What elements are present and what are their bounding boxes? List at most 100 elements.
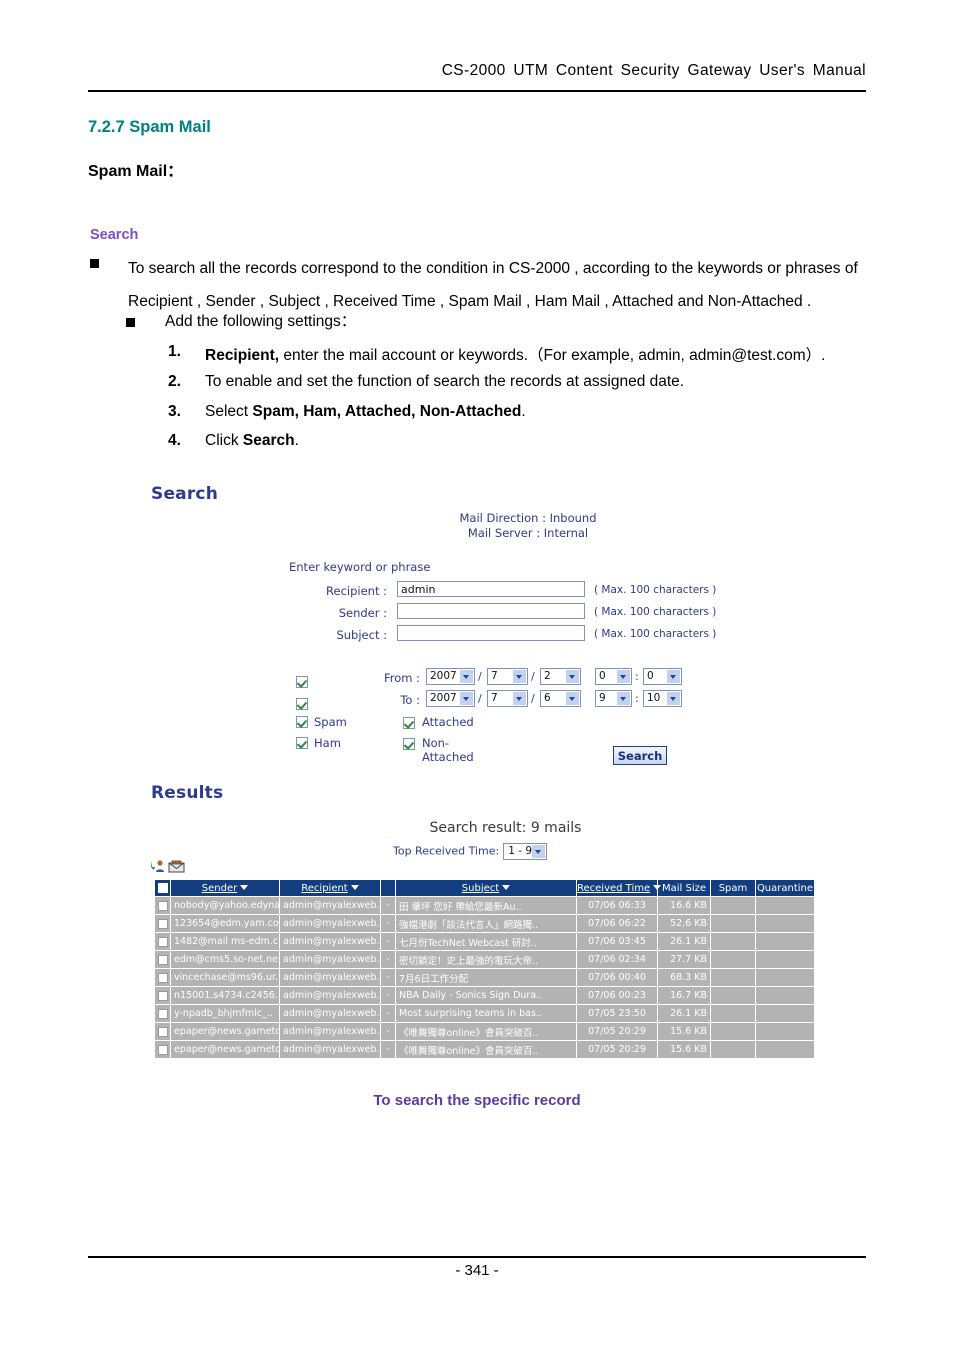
step-number: 2. <box>168 373 181 390</box>
subject-input[interactable] <box>397 625 585 641</box>
cell-mail-size: 15.6 KB <box>657 1040 711 1059</box>
to-month-select[interactable]: 7 <box>487 690 528 707</box>
from-label: From : <box>383 671 420 685</box>
ham-nonattached-option-row: Ham Non-Attached <box>296 735 474 764</box>
header-select-all[interactable] <box>154 879 171 897</box>
cell-received-time: 07/05 23:50 <box>576 1004 658 1023</box>
cell-received-time: 07/06 02:34 <box>576 950 658 969</box>
chevron-down-icon <box>512 692 526 705</box>
row-checkbox-cell[interactable] <box>154 1022 171 1041</box>
figure-caption: To search the specific record <box>373 1092 581 1109</box>
chevron-down-icon <box>532 845 546 858</box>
table-row[interactable]: vincechase@ms96.ur.. admin@myalexweb.dy.… <box>154 968 815 987</box>
step-text: Select Spam, Ham, Attached, Non-Attached… <box>205 403 526 420</box>
table-row[interactable]: y-npadb_bhjmfmlc_.. admin@myalexweb.dy..… <box>154 1004 815 1023</box>
cell-subject: 7月6日工作分配 <box>395 968 577 987</box>
row-checkbox[interactable] <box>158 1026 168 1037</box>
cell-quarantine <box>755 1004 815 1023</box>
attached-checkbox[interactable] <box>403 715 415 729</box>
cell-sender: epaper@news.gameto.. <box>170 1040 280 1059</box>
sort-caret-icon <box>240 885 249 890</box>
cell-received-time: 07/06 03:45 <box>576 932 658 951</box>
cell-spam <box>710 1022 756 1041</box>
search-panel-title: Search <box>151 484 219 504</box>
cell-received-time: 07/06 06:33 <box>576 896 658 915</box>
sender-field-row: Sender : ( Max. 100 characters ) <box>289 603 809 623</box>
ham-checkbox[interactable] <box>296 735 308 749</box>
chevron-down-icon <box>512 670 526 683</box>
from-date-enable-checkbox[interactable] <box>296 671 308 690</box>
page-number: - 341 - <box>455 1262 499 1279</box>
row-checkbox[interactable] <box>158 936 168 947</box>
to-day-select[interactable]: 6 <box>540 690 581 707</box>
bullet-level1-text: To search all the records correspond to … <box>128 260 858 310</box>
row-checkbox-cell[interactable] <box>154 932 171 951</box>
subject-label: Subject : <box>336 628 387 642</box>
recipient-input[interactable]: admin <box>397 581 585 597</box>
search-button[interactable]: Search <box>613 746 667 765</box>
row-checkbox[interactable] <box>158 990 168 1001</box>
cell-spam <box>710 1004 756 1023</box>
header-sender[interactable]: Sender <box>170 879 280 897</box>
to-year-select[interactable]: 2007 <box>426 690 475 707</box>
row-checkbox-cell[interactable] <box>154 950 171 969</box>
row-checkbox[interactable] <box>158 1008 168 1019</box>
to-date-enable-checkbox[interactable] <box>296 693 308 712</box>
chevron-down-icon <box>616 670 630 683</box>
top-received-time-select[interactable]: 1 - 9 <box>503 843 548 860</box>
results-table-body: nobody@yahoo.edyna.. admin@myalexweb.dy.… <box>154 896 815 1059</box>
row-checkbox-cell[interactable] <box>154 986 171 1005</box>
bullet-marker-icon <box>90 259 99 268</box>
row-checkbox[interactable] <box>158 900 168 911</box>
table-row[interactable]: 123654@edm.yam.com admin@myalexweb.dy.. … <box>154 914 815 933</box>
cell-recipient: admin@myalexweb.dy.. <box>279 1004 381 1023</box>
to-minute-select[interactable]: 10 <box>643 690 682 707</box>
bullet-level2-text: Add the following settings： <box>165 313 357 330</box>
row-checkbox-cell[interactable] <box>154 896 171 915</box>
row-checkbox[interactable] <box>158 1044 168 1055</box>
toolbar-icons-svg <box>151 860 185 873</box>
header-received-time[interactable]: Received Time <box>576 879 662 897</box>
subject-field-row: Subject : ( Max. 100 characters ) <box>289 625 809 645</box>
table-row[interactable]: edm@cms5.so-net.ne.. admin@myalexweb.dy.… <box>154 950 815 969</box>
spam-checkbox[interactable] <box>296 714 308 728</box>
table-row[interactable]: epaper@news.gameto.. admin@myalexweb.dy.… <box>154 1022 815 1041</box>
select-all-checkbox[interactable] <box>157 882 168 893</box>
non-attached-checkbox[interactable] <box>403 736 415 750</box>
sender-input[interactable] <box>397 603 585 619</box>
cell-attachment: - <box>380 950 396 969</box>
table-row[interactable]: n15001.s4734.c2456.. admin@myalexweb.dy.… <box>154 986 815 1005</box>
to-hour-select[interactable]: 9 <box>595 690 632 707</box>
from-year-select[interactable]: 2007 <box>426 668 475 685</box>
cell-recipient: admin@myalexweb.dy.. <box>279 896 381 915</box>
row-checkbox[interactable] <box>158 972 168 983</box>
table-row[interactable]: nobody@yahoo.edyna.. admin@myalexweb.dy.… <box>154 896 815 915</box>
row-checkbox[interactable] <box>158 918 168 929</box>
from-minute-select[interactable]: 0 <box>643 668 682 685</box>
cell-recipient: admin@myalexweb.dy.. <box>279 1040 381 1059</box>
cell-subject: 《唯舞獨尊online》會員突破百.. <box>395 1040 577 1059</box>
step-tail: . <box>521 403 526 420</box>
table-row[interactable]: 1482@mail ms-edm.c.. admin@myalexweb.dy.… <box>154 932 815 951</box>
cell-recipient: admin@myalexweb.dy.. <box>279 968 381 987</box>
from-day-select[interactable]: 2 <box>540 668 581 685</box>
cell-spam <box>710 896 756 915</box>
row-checkbox-cell[interactable] <box>154 968 171 987</box>
chevron-down-icon <box>565 692 579 705</box>
row-checkbox[interactable] <box>158 954 168 965</box>
cell-received-time: 07/05 20:29 <box>576 1022 658 1041</box>
cell-received-time: 07/05 20:29 <box>576 1040 658 1059</box>
step-item-3: 3. Select Spam, Ham, Attached, Non-Attac… <box>168 403 888 421</box>
row-checkbox-cell[interactable] <box>154 1004 171 1023</box>
row-checkbox-cell[interactable] <box>154 914 171 933</box>
section-heading: 7.2.7 Spam Mail <box>88 118 211 136</box>
header-subject[interactable]: Subject <box>395 879 577 897</box>
from-hour-select[interactable]: 0 <box>595 668 632 685</box>
header-recipient[interactable]: Recipient <box>279 879 381 897</box>
cell-mail-size: 16.7 KB <box>657 986 711 1005</box>
from-month-select[interactable]: 7 <box>487 668 528 685</box>
row-checkbox-cell[interactable] <box>154 1040 171 1059</box>
header-spam: Spam <box>710 879 756 897</box>
cell-subject: 密切鎖定！史上最強的電玩大帝.. <box>395 950 577 969</box>
table-row[interactable]: epaper@news.gameto.. admin@myalexweb.dy.… <box>154 1040 815 1059</box>
